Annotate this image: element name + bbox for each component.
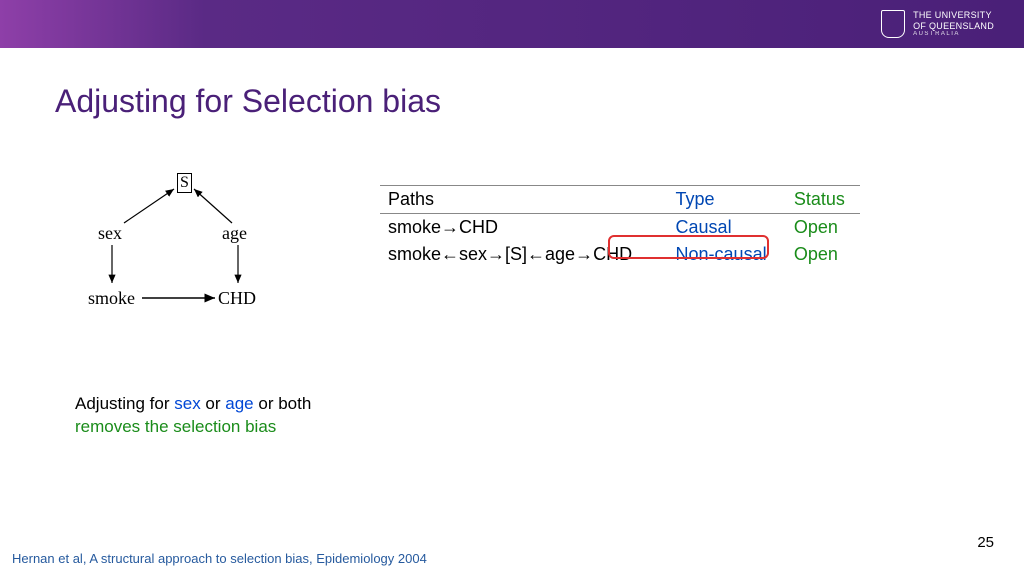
adjust-var-age: age — [225, 394, 253, 413]
logo-text: THE UNIVERSITY OF QUEENSLAND AUSTRALIA — [913, 10, 994, 38]
adjust-mid1: or — [201, 394, 226, 413]
col-status: Status — [786, 186, 860, 214]
adjust-var-sex: sex — [174, 394, 200, 413]
adjust-line2: removes the selection bias — [75, 417, 276, 436]
cell-type: Causal — [668, 214, 786, 242]
dag-arrows — [70, 175, 290, 335]
logo-line2: OF QUEENSLAND — [913, 21, 994, 31]
paths-table: Paths Type Status smoke→CHD Causal Open … — [380, 185, 860, 268]
col-type: Type — [668, 186, 786, 214]
cell-path: smoke←sex→[S]←age→CHD — [380, 241, 668, 268]
cell-path: smoke→CHD — [380, 214, 668, 242]
cell-status-text: Open — [794, 244, 838, 264]
cell-status: Open — [786, 241, 860, 268]
citation: Hernan et al, A structural approach to s… — [12, 551, 427, 566]
adjust-prefix: Adjusting for — [75, 394, 174, 413]
adjustment-text: Adjusting for sex or age or both removes… — [75, 393, 311, 439]
dag-diagram: S sex age smoke CHD — [70, 175, 290, 335]
slide-title: Adjusting for Selection bias — [55, 83, 1024, 120]
university-logo: THE UNIVERSITY OF QUEENSLAND AUSTRALIA — [881, 10, 994, 38]
slide-header: THE UNIVERSITY OF QUEENSLAND AUSTRALIA — [0, 0, 1024, 48]
col-paths: Paths — [380, 186, 668, 214]
cell-type: Non-causal — [668, 241, 786, 268]
adjust-mid2: or both — [254, 394, 312, 413]
cell-status: Open — [786, 214, 860, 242]
cell-type-text: Non-causal — [676, 244, 767, 264]
logo-line3: AUSTRALIA — [913, 31, 994, 38]
crest-icon — [881, 10, 905, 38]
table-row: smoke←sex→[S]←age→CHD Non-causal Open — [380, 241, 860, 268]
page-number: 25 — [977, 534, 994, 551]
table-row: smoke→CHD Causal Open — [380, 214, 860, 242]
logo-line1: THE UNIVERSITY — [913, 10, 994, 20]
